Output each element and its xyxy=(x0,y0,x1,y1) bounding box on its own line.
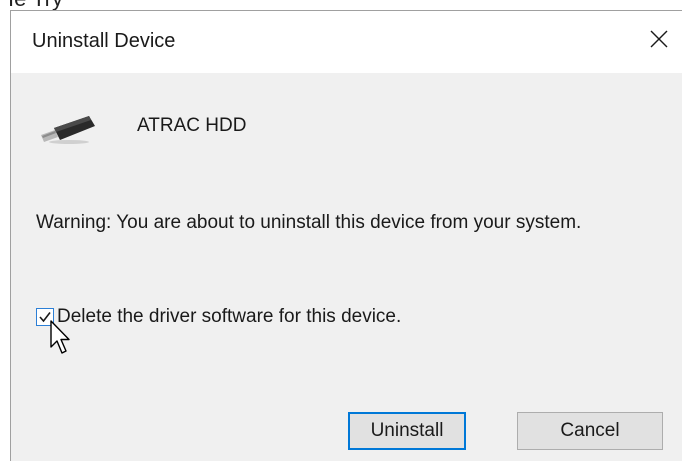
device-name: ATRAC HDD xyxy=(137,115,247,136)
mouse-pointer-icon xyxy=(50,320,72,356)
usb-drive-icon xyxy=(39,113,97,145)
uninstall-device-dialog: Uninstall Device ATRAC HDD Warning: You … xyxy=(10,10,682,461)
close-button[interactable] xyxy=(637,21,681,61)
delete-driver-option[interactable]: Delete the driver software for this devi… xyxy=(36,305,401,329)
warning-text: Warning: You are about to uninstall this… xyxy=(36,212,582,233)
delete-driver-label[interactable]: Delete the driver software for this devi… xyxy=(57,306,401,328)
background-window-strip: Ie Try xyxy=(0,0,682,10)
background-partial-text: Ie Try xyxy=(8,0,63,10)
uninstall-button[interactable]: Uninstall xyxy=(348,412,466,450)
cancel-button[interactable]: Cancel xyxy=(517,412,663,450)
dialog-body: ATRAC HDD Warning: You are about to unin… xyxy=(11,73,682,461)
dialog-title: Uninstall Device xyxy=(32,30,176,52)
close-icon xyxy=(650,30,668,53)
title-bar[interactable]: Uninstall Device xyxy=(11,11,682,73)
